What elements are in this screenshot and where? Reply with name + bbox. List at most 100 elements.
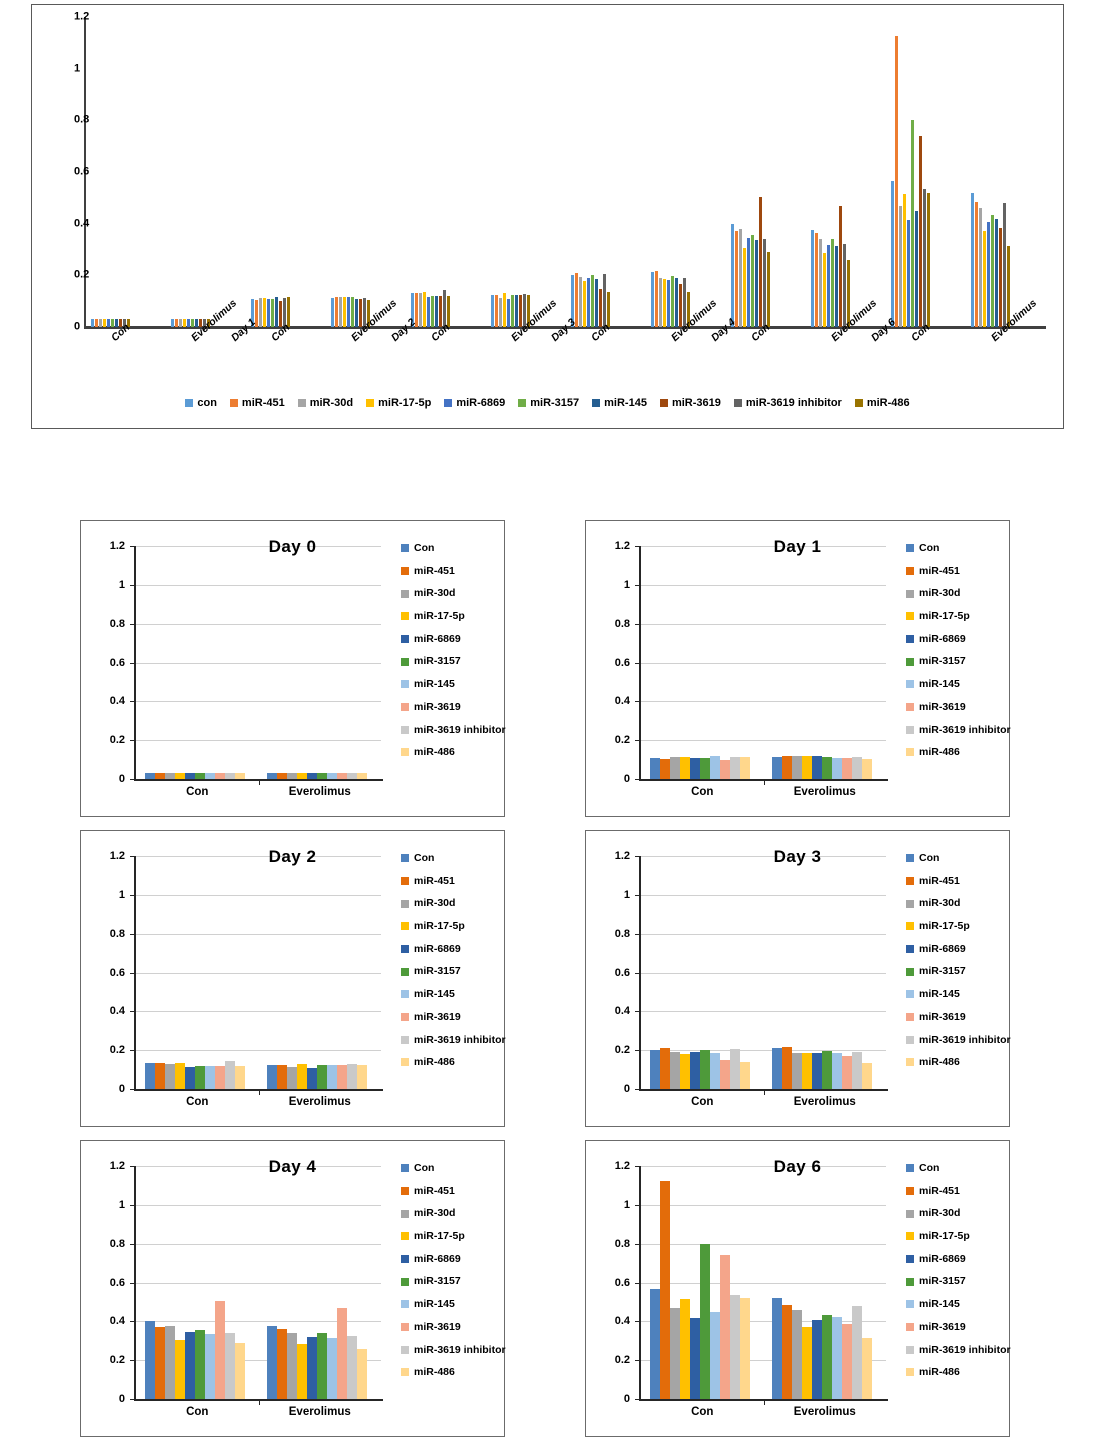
bar [649, 757, 660, 779]
top-chart-bar [979, 208, 982, 327]
top-chart-bar-group [331, 17, 375, 327]
bar [357, 1064, 368, 1089]
legend-label: miR-3619 [414, 1320, 461, 1333]
bar [337, 772, 348, 779]
legend-swatch-icon [906, 990, 914, 999]
bar [772, 1298, 783, 1399]
bar [812, 1320, 823, 1399]
top-chart-bar [899, 205, 902, 327]
bar [852, 757, 863, 779]
top-chart-y-tick-label: 1.2 [74, 10, 90, 23]
legend-item: miR-451 [906, 566, 1006, 577]
day-3-chart-panel: 0 0.2 0.4 0.6 0.8 1 1.2 Con Everolimus Day 3 Con mi… [585, 830, 1011, 1127]
day-6-chart-panel: 0 0.2 0.4 0.6 0.8 1 1.2 Con Everolimus Day 6 Con mi… [585, 1140, 1011, 1437]
x-category-label: Everolimus [793, 1406, 856, 1418]
legend-item: Con [401, 1163, 501, 1174]
top-chart-bar [907, 219, 910, 327]
legend-label: miR-3157 [919, 655, 966, 668]
top-chart-bar [655, 270, 658, 327]
plot-area: 0 0.2 0.4 0.6 0.8 1 1.2 Con Everolimus [110, 1160, 383, 1418]
bar [822, 1050, 833, 1089]
bar-group [267, 546, 372, 779]
x-major-tick [763, 1089, 765, 1095]
legend-item: miR-3619 inhibitor [401, 1344, 506, 1356]
top-chart-bar [447, 296, 450, 327]
bar [287, 772, 298, 779]
legend-item: miR-3619 inhibitor [401, 1034, 506, 1046]
legend-swatch-icon [401, 899, 409, 908]
top-chart-bar [911, 120, 914, 327]
legend-item: miR-451 [906, 1186, 1006, 1197]
bar [194, 1330, 205, 1399]
bar [832, 758, 843, 779]
legend-item: miR-6869 [401, 944, 501, 955]
bar [224, 1332, 235, 1399]
legend-item: miR-30d [401, 1208, 501, 1219]
combined-chart-panel: 0 0.2 0.4 0.6 0.8 1 1.2 Con Everolimus Day 1 Con E… [31, 4, 1064, 429]
top-chart-bar [111, 319, 114, 327]
legend-label: miR-3619 [919, 700, 966, 713]
bar [347, 1336, 358, 1399]
top-chart-bar [355, 299, 358, 327]
legend-swatch-icon [906, 854, 914, 863]
top-chart-bar [287, 297, 290, 327]
legend-swatch-icon [906, 703, 914, 712]
legend-label: miR-486 [919, 1056, 960, 1069]
bar [689, 1318, 700, 1399]
y-tick-label: 0.8 [109, 927, 125, 940]
bar-group [772, 546, 877, 779]
top-chart-bar [343, 296, 346, 327]
top-chart-bar [339, 297, 342, 327]
bar [184, 1332, 195, 1399]
bar [842, 757, 853, 779]
legend-label: miR-17-5p [414, 1230, 465, 1243]
day-1-chart-panel: 0 0.2 0.4 0.6 0.8 1 1.2 Con Everolimus Day 1 Con mi… [585, 520, 1011, 817]
legend-item: miR-451 [906, 876, 1006, 887]
bar [267, 1326, 278, 1399]
bar [792, 756, 803, 779]
top-chart-bar [735, 231, 738, 327]
x-category-label: Con [186, 1406, 209, 1418]
bar [812, 1053, 823, 1089]
bar [852, 1305, 863, 1399]
legend-label: miR-145 [919, 988, 960, 1001]
legend-label: miR-145 [414, 678, 455, 691]
top-chart-bar [903, 193, 906, 327]
bar-group [649, 546, 755, 779]
legend-label: miR-451 [414, 564, 455, 577]
legend-swatch-icon [906, 1323, 914, 1332]
bar [144, 1063, 155, 1089]
bar [357, 772, 368, 779]
bar [234, 1342, 245, 1399]
legend-item: miR-145 [906, 679, 1006, 690]
legend-label: miR-3619 [919, 1010, 966, 1023]
legend-label: miR-145 [919, 678, 960, 691]
legend-swatch-icon [906, 1345, 914, 1354]
bar [709, 1311, 720, 1399]
legend-swatch-icon [906, 899, 914, 908]
bar [699, 757, 710, 779]
legend-label: miR-30d [919, 587, 961, 600]
bar [842, 1056, 853, 1089]
legend-item: miR-451 [401, 566, 501, 577]
legend-item: miR-3619 inhibitor [401, 724, 506, 736]
top-chart-legend-item: miR-3619 [659, 397, 721, 409]
top-chart-bar [595, 279, 598, 327]
bar [277, 1065, 288, 1089]
legend-label: miR-3619 inhibitor [919, 1033, 1011, 1046]
top-chart-bar [511, 294, 514, 327]
legend-swatch-icon [401, 1300, 409, 1309]
legend-item: miR-6869 [906, 944, 1006, 955]
legend-label: miR-451 [919, 874, 960, 887]
bar [277, 1328, 288, 1399]
bar [184, 772, 195, 779]
top-chart-legend-item: miR-17-5p [366, 397, 431, 409]
legend-label: Con [414, 1162, 435, 1174]
legend-item: miR-145 [906, 1299, 1006, 1310]
legend-swatch-icon [906, 922, 914, 931]
y-tick-label: 1 [118, 888, 125, 901]
bar-group [772, 856, 877, 1089]
top-chart-legend-label: miR-17-5p [378, 397, 432, 409]
bar [214, 773, 225, 779]
top-chart-legend-item: miR-30d [297, 397, 353, 409]
